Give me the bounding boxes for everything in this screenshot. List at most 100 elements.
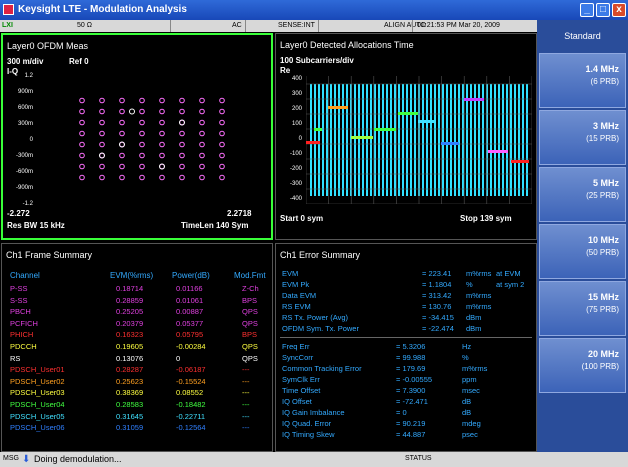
- table-cell-evm: 0.25623: [116, 376, 144, 386]
- allocation-stripe: [510, 84, 512, 196]
- table-cell-evm: 0.31059: [116, 423, 144, 433]
- softkey-button[interactable]: 1.4 MHz (6 PRB): [539, 53, 626, 108]
- divider: [280, 337, 532, 338]
- allocation-bar: [464, 98, 484, 101]
- y-tick: 900m: [17, 89, 33, 95]
- allocation-bar: [351, 136, 373, 139]
- allocation-stripe: [458, 84, 460, 196]
- softkey-button[interactable]: 20 MHz (100 PRB): [539, 338, 626, 393]
- error-value: = 0: [396, 408, 407, 417]
- col-header-power: Power(dB): [172, 271, 210, 280]
- table-cell-power: 0.05377: [176, 318, 204, 328]
- message-text: Doing demodulation...: [34, 454, 122, 464]
- ref-label: Ref 0: [69, 57, 89, 66]
- softkey-sublabel: (50 PRB): [586, 248, 619, 257]
- softkey-button[interactable]: 15 MHz (75 PRB): [539, 281, 626, 336]
- allocation-stripe: [330, 84, 332, 196]
- y-tick: -400: [289, 196, 302, 202]
- softkey-button[interactable]: 10 MHz (50 PRB): [539, 224, 626, 279]
- minimize-button[interactable]: _: [580, 3, 594, 17]
- window-title: Keysight LTE - Modulation Analysis: [18, 4, 187, 15]
- allocation-stripe: [454, 84, 456, 196]
- allocation-stripe: [518, 84, 520, 196]
- table-cell-mod: QPS: [242, 353, 258, 363]
- table-cell-channel: PDSCH_User06: [10, 423, 65, 433]
- error-name: SyncCorr: [282, 353, 314, 362]
- error-name: Data EVM: [282, 291, 317, 300]
- table-cell-channel: RS: [10, 353, 21, 363]
- allocation-stripe: [514, 84, 516, 196]
- y-tick: 600m: [17, 105, 33, 111]
- table-cell-evm: 0.28859: [116, 295, 144, 305]
- softkey-sublabel: (75 PRB): [586, 305, 619, 314]
- allocation-stripe: [334, 84, 336, 196]
- table-cell-power: 0.01166: [176, 284, 203, 293]
- error-value: = -22.474: [422, 324, 454, 333]
- table-cell-mod: BPS: [242, 295, 258, 305]
- error-value: = 90.219: [396, 419, 426, 428]
- table-cell-power: 0: [176, 353, 181, 363]
- error-value: = -0.00555: [396, 375, 433, 384]
- table-cell-mod: ---: [242, 376, 250, 386]
- y-tick: 0: [29, 137, 33, 143]
- title-bar: Keysight LTE - Modulation Analysis _ □ x: [0, 0, 628, 20]
- table-cell-evm: 0.31645: [116, 411, 144, 421]
- table-cell-evm: 0.28583: [116, 400, 144, 409]
- panel-title: Layer0 Detected Allocations Time: [280, 40, 414, 50]
- table-cell-evm: 0.13076: [116, 353, 144, 363]
- panel-title: Ch1 Error Summary: [280, 250, 361, 260]
- allocation-bar: [398, 112, 418, 115]
- table-cell-power: -0.18482: [176, 400, 206, 409]
- table-cell-mod: ---: [242, 400, 250, 409]
- constellation-panel[interactable]: Layer0 OFDM Meas 300 m/div Ref 0 I-Q 1.2…: [1, 33, 273, 240]
- allocation-stripe: [446, 84, 448, 196]
- y-tick: 200: [291, 106, 302, 112]
- allocation-stripe: [394, 84, 396, 196]
- allocation-bar: [488, 150, 508, 153]
- softkey-button[interactable]: 3 MHz (15 PRB): [539, 110, 626, 165]
- error-value: = 7.3900: [396, 386, 426, 395]
- table-cell-mod: ---: [242, 365, 250, 375]
- error-summary-panel[interactable]: Ch1 Error Summary EVM = 223.41 m%rms at EVM…: [275, 243, 537, 452]
- allocations-panel[interactable]: Layer0 Detected Allocations Time 100 Sub…: [275, 33, 537, 240]
- softkey-label: 15 MHz: [587, 292, 619, 302]
- table-cell-power: -0.06187: [176, 365, 206, 375]
- error-unit: dBm: [466, 324, 482, 333]
- softkey-label: 5 MHz: [592, 178, 619, 188]
- error-unit: %: [466, 280, 473, 289]
- allocation-bar: [328, 106, 348, 109]
- table-cell-channel: PDSCH_User05: [10, 411, 65, 421]
- allocation-stripe: [398, 84, 400, 196]
- softkey-sublabel: (6 PRB): [590, 77, 619, 86]
- table-cell-channel: PDSCH_User03: [10, 388, 65, 398]
- allocation-stripe: [402, 84, 404, 196]
- y-tick: 300: [291, 91, 302, 97]
- softkey-button[interactable]: 5 MHz (25 PRB): [539, 167, 626, 222]
- allocation-stripe: [450, 84, 452, 196]
- close-button[interactable]: x: [612, 3, 626, 17]
- allocation-bar: [511, 160, 529, 163]
- error-name: Freq Err: [282, 342, 310, 351]
- allocation-bar: [314, 128, 322, 131]
- maximize-button[interactable]: □: [596, 3, 610, 17]
- allocation-stripe: [462, 84, 464, 196]
- stop-label: Stop 139 sym: [460, 214, 512, 223]
- error-extra: at EVM: [496, 269, 521, 278]
- error-value: = 1.1804: [422, 280, 452, 289]
- allocation-stripe: [378, 84, 380, 196]
- y-tick: -100: [289, 151, 302, 157]
- table-cell-evm: 0.25205: [116, 307, 144, 317]
- table-cell-channel: PDSCH_User01: [10, 365, 65, 375]
- error-name: RS EVM: [282, 302, 311, 311]
- allocation-bar: [441, 142, 459, 145]
- table-cell-power: -0.22711: [176, 411, 206, 421]
- table-cell-mod: ---: [242, 411, 250, 421]
- table-cell-mod: Z-Ch: [242, 284, 259, 293]
- error-unit: dB: [462, 397, 472, 406]
- error-value: = 99.988: [396, 353, 426, 362]
- frame-summary-panel[interactable]: Ch1 Frame Summary Channel EVM(%rms) Powe…: [1, 243, 273, 452]
- error-value: = 313.42: [422, 291, 452, 300]
- error-name: SymClk Err: [282, 375, 320, 384]
- error-unit: m%rms: [462, 364, 488, 373]
- y-tick: -300m: [15, 153, 33, 159]
